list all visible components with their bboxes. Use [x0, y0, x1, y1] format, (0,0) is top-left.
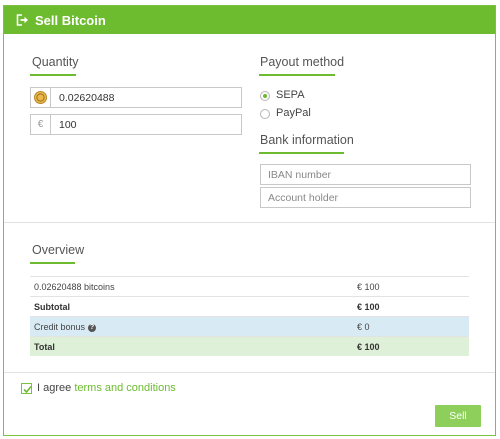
terms-link[interactable]: terms and conditions — [74, 382, 176, 394]
row-value: € 0 — [357, 322, 370, 332]
terms-prefix: I agree — [37, 382, 72, 394]
quantity-heading: Quantity — [32, 55, 79, 69]
row-label-wrap: Credit bonus? — [34, 322, 97, 332]
sell-bitcoin-panel: Sell Bitcoin Quantity 0.02620488 € 100 P… — [3, 5, 496, 436]
euro-amount-value: 100 — [59, 119, 77, 131]
radio-sepa-label: SEPA — [276, 89, 305, 101]
euro-icon: € — [31, 115, 51, 134]
question-circle-icon[interactable]: ? — [88, 323, 97, 332]
row-value: € 100 — [357, 342, 380, 352]
bank-heading: Bank information — [260, 133, 354, 147]
table-row-subtotal: Subtotal € 100 — [30, 296, 469, 316]
radio-sepa[interactable] — [260, 91, 270, 101]
euro-amount-field[interactable]: € 100 — [30, 114, 242, 135]
terms-text: I agree terms and conditions — [37, 382, 176, 394]
iban-placeholder: IBAN number — [268, 169, 332, 181]
payout-heading: Payout method — [260, 55, 345, 69]
panel-header: Sell Bitcoin — [4, 6, 495, 34]
row-label: 0.02620488 bitcoins — [34, 282, 115, 292]
terms-checkbox[interactable] — [21, 383, 32, 394]
bitcoin-amount-value: 0.02620488 — [59, 92, 115, 104]
radio-paypal-label: PayPal — [276, 107, 311, 119]
account-holder-input[interactable]: Account holder — [260, 187, 471, 208]
overview-heading: Overview — [32, 243, 85, 257]
row-label: Total — [34, 342, 55, 352]
radio-paypal[interactable] — [260, 109, 270, 119]
payout-underline — [259, 74, 335, 76]
panel-title: Sell Bitcoin — [35, 13, 106, 28]
bitcoin-coin-icon — [31, 88, 51, 107]
iban-input[interactable]: IBAN number — [260, 164, 471, 185]
table-row-credit-bonus: Credit bonus? € 0 — [30, 316, 469, 336]
overview-underline — [30, 262, 75, 264]
footer-divider — [4, 372, 495, 373]
table-row-total: Total € 100 — [30, 336, 469, 356]
row-label: Credit bonus — [34, 322, 86, 332]
quantity-underline — [30, 74, 76, 76]
sign-out-icon — [16, 14, 28, 26]
overview-table: 0.02620488 bitcoins € 100 Subtotal € 100… — [30, 276, 469, 356]
table-row-bitcoins: 0.02620488 bitcoins € 100 — [30, 276, 469, 296]
bank-underline — [259, 152, 344, 154]
sell-button[interactable]: Sell — [435, 405, 481, 427]
row-value: € 100 — [357, 282, 380, 292]
bitcoin-amount-field[interactable]: 0.02620488 — [30, 87, 242, 108]
check-icon — [23, 385, 32, 394]
section-divider — [4, 222, 495, 223]
account-holder-placeholder: Account holder — [268, 192, 339, 204]
row-label: Subtotal — [34, 302, 70, 312]
row-value: € 100 — [357, 302, 380, 312]
